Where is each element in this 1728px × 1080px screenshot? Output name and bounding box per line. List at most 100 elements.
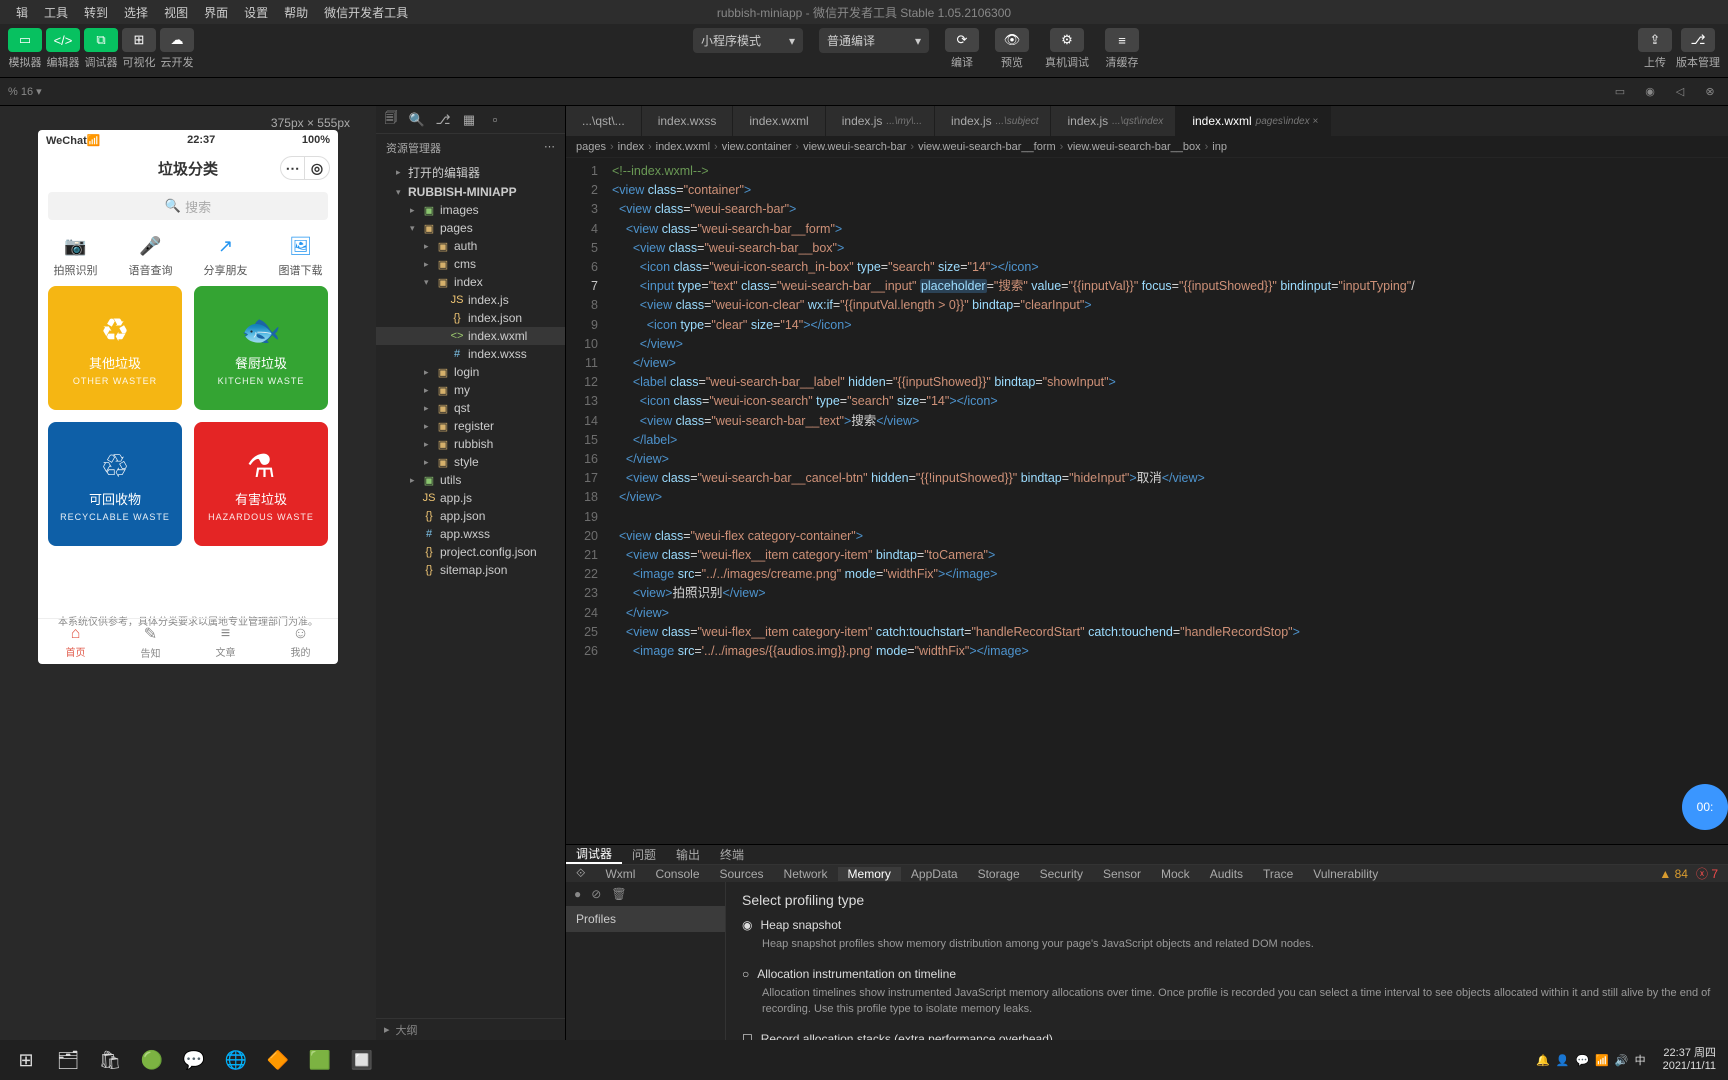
tree-item[interactable]: ▾▣index: [376, 273, 565, 291]
tree-item[interactable]: ▸▣utils: [376, 471, 565, 489]
category-card[interactable]: ♲可回收物RECYCLABLE WASTE: [48, 422, 182, 546]
compile-combo[interactable]: 普通编译▾: [819, 28, 929, 53]
tabbar-item[interactable]: ☺我的: [263, 619, 338, 664]
editor-tab[interactable]: ...\qst\...: [566, 106, 642, 136]
tree-item[interactable]: ▸▣my: [376, 381, 565, 399]
delete-profile-icon[interactable]: 🗑: [611, 887, 626, 901]
start-icon[interactable]: ⊞: [6, 1040, 46, 1080]
more-icon[interactable]: ▫: [486, 112, 504, 127]
ext-icon[interactable]: ▦: [460, 112, 478, 128]
code-editor[interactable]: <!--index.wxml--><view class="container"…: [612, 158, 1728, 844]
stop-profile-icon[interactable]: ⊘: [591, 887, 601, 901]
devtools-tab2[interactable]: AppData: [901, 867, 968, 881]
mode-combo[interactable]: 小程序模式▾: [693, 28, 803, 53]
menu-item[interactable]: 设置: [236, 4, 276, 21]
close-sim-icon[interactable]: ⊗: [1700, 82, 1720, 102]
tree-item[interactable]: {}project.config.json: [376, 543, 565, 561]
realdebug-btn[interactable]: ⚙: [1050, 28, 1084, 52]
phone-action[interactable]: ↗分享朋友: [188, 234, 263, 278]
tree-item[interactable]: <>index.wxml: [376, 327, 565, 345]
debugger-btn[interactable]: ⧉: [84, 28, 118, 52]
editor-tab[interactable]: index.js...\my\...: [826, 106, 935, 136]
tree-item[interactable]: ▸▣cms: [376, 255, 565, 273]
menu-item[interactable]: 微信开发者工具: [316, 4, 416, 21]
tree-item[interactable]: #index.wxss: [376, 345, 565, 363]
devtools-tab2[interactable]: Sources: [710, 867, 774, 881]
compile-btn[interactable]: ⟳: [945, 28, 979, 52]
preview-btn[interactable]: 👁: [995, 28, 1029, 52]
category-card[interactable]: ⚗有害垃圾HAZARDOUS WASTE: [194, 422, 328, 546]
devtools-icon[interactable]: 🔲: [342, 1040, 382, 1080]
menu-item[interactable]: 帮助: [276, 4, 316, 21]
tree-item[interactable]: #app.wxss: [376, 525, 565, 543]
devtools-tab2[interactable]: Vulnerability: [1303, 867, 1388, 881]
clearcache-btn[interactable]: ≡: [1105, 28, 1139, 52]
upload-btn[interactable]: ⇪: [1638, 28, 1672, 52]
floating-button[interactable]: 00:: [1682, 784, 1728, 830]
chrome-icon[interactable]: 🌐: [216, 1040, 256, 1080]
tray-icon[interactable]: 👤: [1556, 1055, 1570, 1067]
menu-item[interactable]: 工具: [36, 4, 76, 21]
breadcrumb[interactable]: pages›index›index.wxml›view.container›vi…: [566, 136, 1728, 158]
files-icon[interactable]: 🗐: [382, 109, 400, 131]
tree-item[interactable]: ▸▣rubbish: [376, 435, 565, 453]
devtools-tab1[interactable]: 终端: [710, 846, 754, 863]
tabbar-item[interactable]: ⌂首页: [38, 619, 113, 664]
devtools-tab2[interactable]: Network: [774, 867, 838, 881]
panel-menu-icon[interactable]: ⋯: [544, 140, 555, 156]
tree-item[interactable]: ▸▣qst: [376, 399, 565, 417]
store-icon[interactable]: 🛍: [90, 1040, 130, 1080]
project-root[interactable]: ▾RUBBISH-MINIAPP: [376, 183, 565, 201]
zoom-level[interactable]: % 16 ▾: [8, 85, 42, 98]
editor-btn[interactable]: </>: [46, 28, 80, 52]
record-icon[interactable]: ◉: [1640, 82, 1660, 102]
tray-icon[interactable]: 📶: [1595, 1055, 1609, 1067]
cloud-btn[interactable]: ☁: [160, 28, 194, 52]
tree-item[interactable]: {}sitemap.json: [376, 561, 565, 579]
scm-icon[interactable]: ⎇: [434, 112, 452, 128]
tray-icon[interactable]: 🔊: [1615, 1055, 1629, 1067]
tabbar-item[interactable]: ✎告知: [113, 619, 188, 664]
devtools-tab2[interactable]: Trace: [1253, 867, 1303, 881]
phone-preview[interactable]: WeChat📶 22:37 100% 垃圾分类 ⋯◎ 🔍搜索 📷拍照识别🎤语音查…: [38, 130, 338, 664]
tree-item[interactable]: ▸▣style: [376, 453, 565, 471]
app2-icon[interactable]: 🔶: [258, 1040, 298, 1080]
app3-icon[interactable]: 🟩: [300, 1040, 340, 1080]
mute-icon[interactable]: ◁: [1670, 82, 1690, 102]
menu-item[interactable]: 转到: [76, 4, 116, 21]
tree-item[interactable]: ▾▣pages: [376, 219, 565, 237]
editor-tab[interactable]: index.js...\qst\index: [1051, 106, 1176, 136]
devtools-tab2[interactable]: Console: [645, 867, 709, 881]
tree-item[interactable]: JSindex.js: [376, 291, 565, 309]
menu-item[interactable]: 视图: [156, 4, 196, 21]
menu-item[interactable]: 界面: [196, 4, 236, 21]
phone-action[interactable]: 📷拍照识别: [38, 234, 113, 278]
profiles-label[interactable]: Profiles: [566, 906, 725, 932]
tree-item[interactable]: {}app.json: [376, 507, 565, 525]
search-input[interactable]: 🔍搜索: [48, 192, 328, 220]
tree-item[interactable]: ▸▣login: [376, 363, 565, 381]
app-icon[interactable]: 🟢: [132, 1040, 172, 1080]
open-editors[interactable]: ▸打开的编辑器: [376, 162, 565, 183]
simulator-btn[interactable]: ▭: [8, 28, 42, 52]
version-btn[interactable]: ⎇: [1681, 28, 1715, 52]
warnings-count[interactable]: ▲ 84: [1655, 867, 1692, 881]
devtools-tab2[interactable]: Wxml: [595, 867, 645, 881]
editor-tab[interactable]: index.wxss: [642, 106, 734, 136]
wechat-icon[interactable]: 💬: [174, 1040, 214, 1080]
devtools-tab2[interactable]: Storage: [968, 867, 1030, 881]
capsule[interactable]: ⋯◎: [280, 156, 330, 180]
menu-item[interactable]: 辑: [8, 4, 36, 21]
errors-count[interactable]: ⓧ 7: [1692, 865, 1728, 882]
menu-item[interactable]: 选择: [116, 4, 156, 21]
devtools-tab1[interactable]: 输出: [666, 846, 710, 863]
tree-item[interactable]: ▸▣auth: [376, 237, 565, 255]
tree-item[interactable]: ▸▣images: [376, 201, 565, 219]
devtools-tab2[interactable]: Memory: [838, 867, 901, 881]
editor-tab[interactable]: index.wxml: [733, 106, 825, 136]
tray-icon[interactable]: 💬: [1575, 1055, 1589, 1067]
phone-action[interactable]: 🎤语音查询: [113, 234, 188, 278]
tray-icon[interactable]: 🔔: [1536, 1055, 1550, 1067]
clock[interactable]: 22:37 周四2021/11/11: [1657, 1047, 1722, 1073]
inspect-icon[interactable]: ⟐: [566, 866, 595, 881]
